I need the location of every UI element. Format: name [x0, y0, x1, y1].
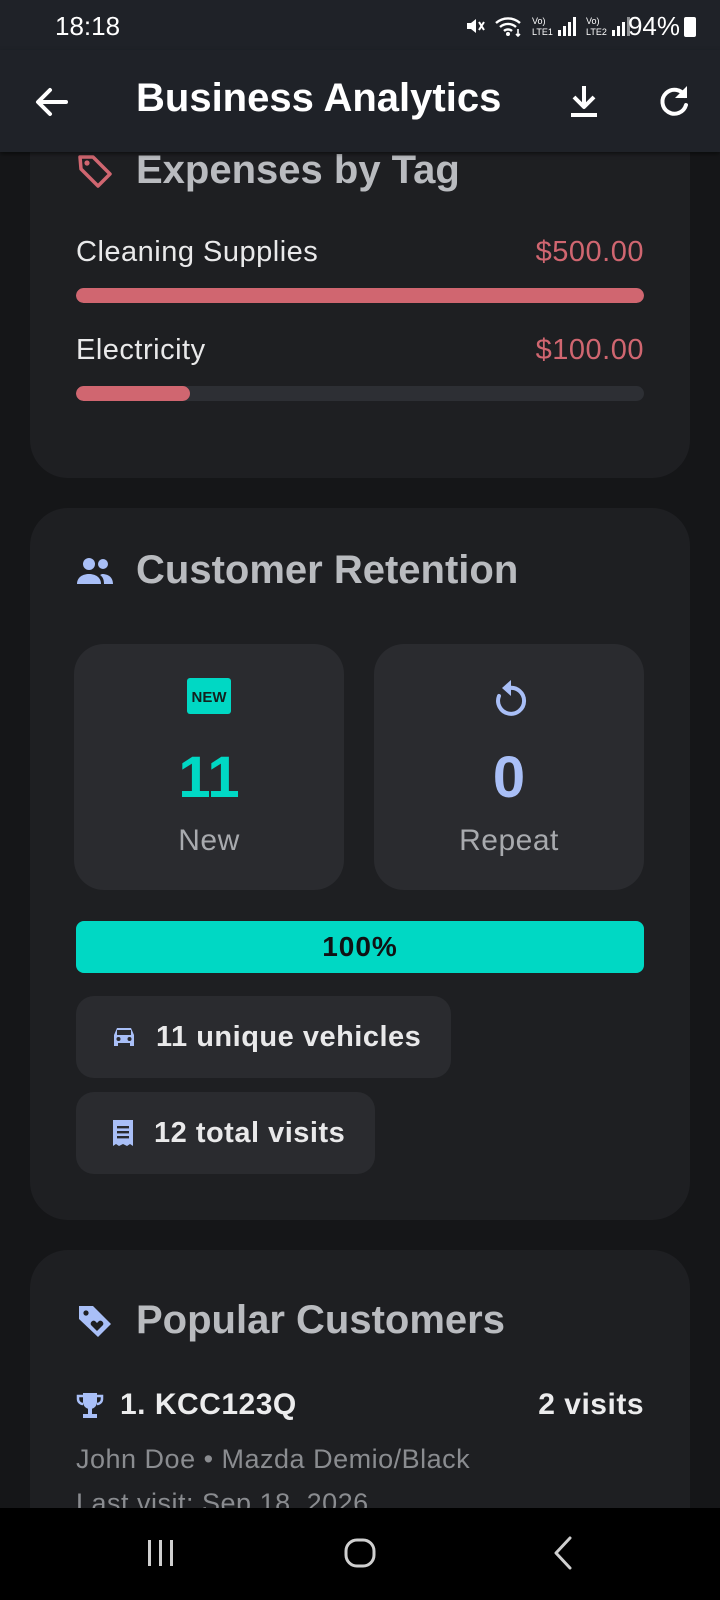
expense-label: Electricity — [76, 334, 206, 366]
status-icons: Vo) LTE1 Vo) LTE2 — [464, 14, 632, 38]
home-icon[interactable] — [342, 1534, 378, 1572]
signal-lte2-icon: Vo) LTE2 — [586, 16, 630, 37]
expenses-header: Expenses by Tag — [76, 148, 460, 193]
svg-text:Vo): Vo) — [586, 16, 600, 26]
popular-header: Popular Customers — [76, 1298, 505, 1343]
replay-icon — [496, 680, 527, 716]
retention-progress-text: 100% — [322, 931, 398, 962]
svg-text:Vo): Vo) — [532, 16, 546, 26]
customer-plate: 1. KCC123Q — [120, 1388, 297, 1421]
expense-bar-fill — [76, 386, 190, 401]
expense-row: Electricity $100.00 — [76, 334, 644, 404]
repeat-customers-stat: 0 Repeat — [374, 644, 644, 890]
expense-bar — [76, 386, 644, 401]
new-label: New — [178, 824, 240, 857]
signal-lte1-icon: Vo) LTE1 — [532, 16, 576, 37]
refresh-icon[interactable] — [652, 80, 696, 124]
expense-bar — [76, 288, 644, 303]
receipt-icon — [113, 1120, 133, 1146]
retention-title: Customer Retention — [136, 548, 519, 592]
new-count: 11 — [178, 745, 240, 810]
page-title: Business Analytics — [136, 76, 502, 120]
popular-customers-card: Popular Customers 1. KCC123Q 2 visits Jo… — [30, 1250, 690, 1550]
mute-icon — [467, 19, 485, 33]
status-time: 18:18 — [55, 11, 121, 41]
expense-label: Cleaning Supplies — [76, 236, 319, 268]
battery-icon — [684, 17, 696, 37]
retention-progress-bar: 100% — [76, 921, 644, 973]
recent-apps-icon[interactable] — [144, 1534, 178, 1572]
battery-percent: 94% — [627, 11, 680, 41]
tag-icon — [78, 154, 112, 188]
retention-card: Customer Retention NEW 11 New 0 Repeat 1… — [30, 508, 690, 1220]
repeat-label: Repeat — [459, 824, 559, 857]
status-bar: 18:18 Vo) LTE1 Vo) LTE2 94% — [0, 0, 720, 50]
wifi-icon — [495, 17, 521, 37]
app-bar: Business Analytics — [0, 50, 720, 152]
popular-title: Popular Customers — [136, 1298, 505, 1342]
loyalty-tag-icon — [79, 1305, 111, 1337]
car-icon — [114, 1028, 134, 1046]
retention-header: Customer Retention — [76, 548, 518, 593]
total-visits-text: 12 total visits — [154, 1116, 346, 1149]
customer-visits: 2 visits — [538, 1388, 644, 1421]
unique-vehicles-chip: 11 unique vehicles — [76, 996, 452, 1078]
lte2-label: LTE2 — [586, 27, 607, 37]
expenses-title: Expenses by Tag — [136, 148, 460, 192]
expense-bar-fill — [76, 288, 644, 303]
back-arrow-icon[interactable] — [30, 80, 74, 124]
lte1-label: LTE1 — [532, 27, 553, 37]
expenses-card: Expenses by Tag Cleaning Supplies $500.0… — [30, 100, 690, 478]
repeat-count: 0 — [492, 745, 526, 810]
total-visits-chip: 12 total visits — [76, 1092, 376, 1174]
download-icon[interactable] — [562, 80, 606, 124]
new-customers-stat: NEW 11 New — [74, 644, 344, 890]
people-icon — [77, 557, 113, 584]
expense-row: Cleaning Supplies $500.00 — [76, 236, 644, 306]
system-nav-bar — [0, 1508, 720, 1600]
expense-amount: $500.00 — [535, 236, 644, 268]
new-badge-icon: NEW — [187, 678, 231, 714]
new-badge-text: NEW — [192, 689, 228, 706]
expense-amount: $100.00 — [535, 334, 644, 366]
customer-detail: John Doe • Mazda Demio/Black — [76, 1444, 471, 1474]
back-icon[interactable] — [548, 1534, 578, 1572]
unique-vehicles-text: 11 unique vehicles — [156, 1020, 422, 1053]
trophy-icon — [76, 1393, 104, 1418]
